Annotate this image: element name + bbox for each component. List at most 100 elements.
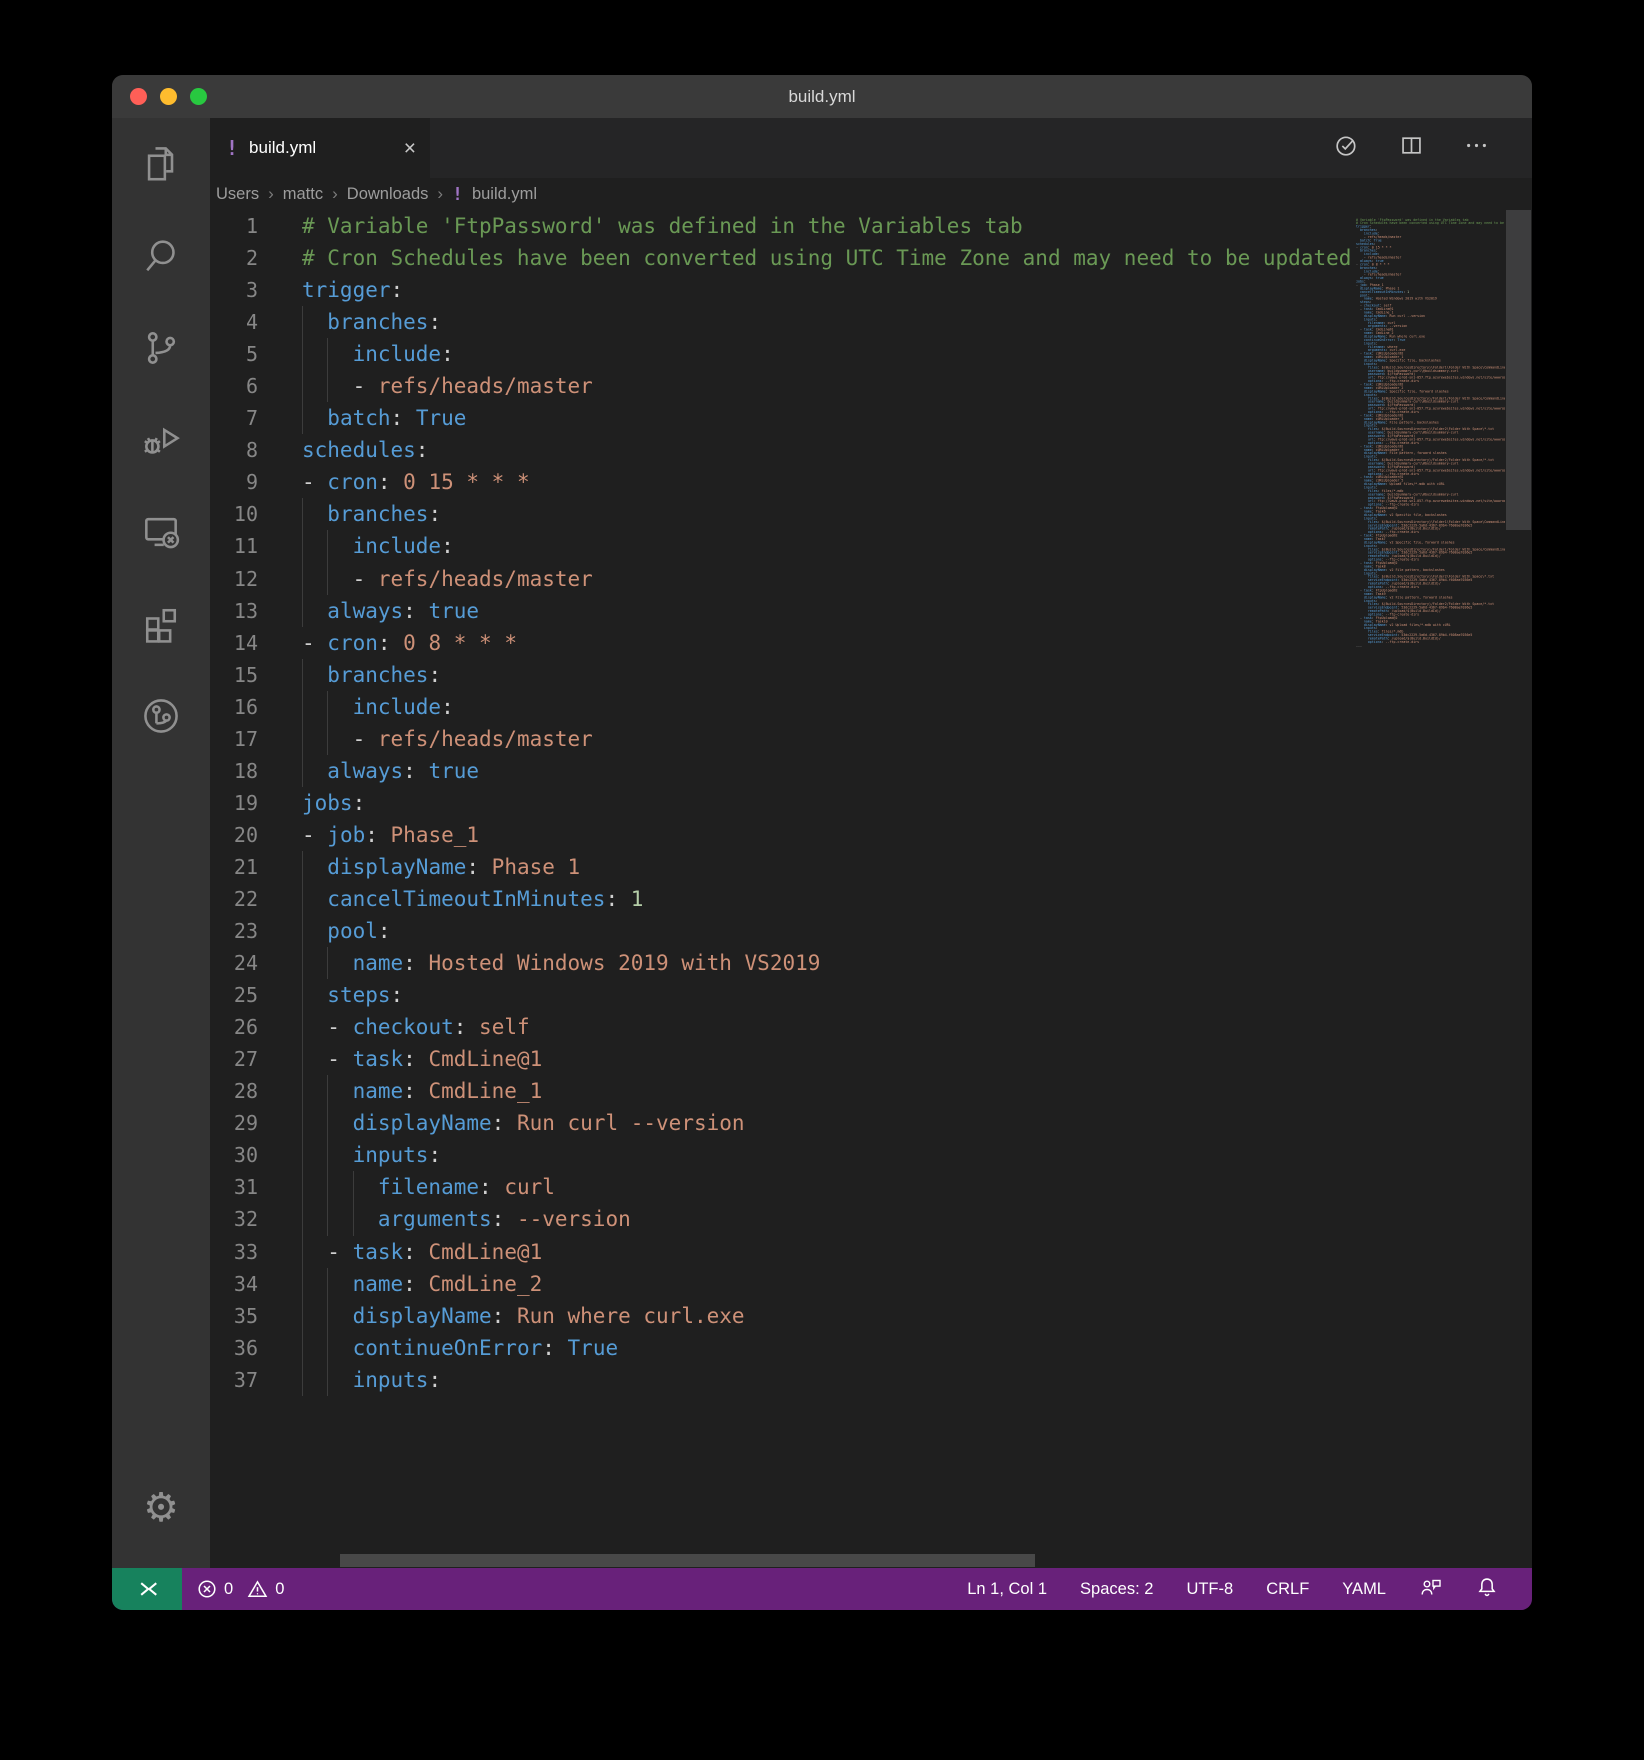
- line-number[interactable]: 17: [210, 727, 258, 751]
- status-language-mode[interactable]: YAML: [1342, 1580, 1386, 1599]
- close-tab-icon[interactable]: ×: [404, 138, 416, 159]
- problems-indicator[interactable]: 0 0: [182, 1579, 284, 1599]
- code-line[interactable]: 13 always: true: [210, 595, 1353, 627]
- code-line[interactable]: 1# Variable 'FtpPassword' was defined in…: [210, 210, 1353, 242]
- line-number[interactable]: 2: [210, 246, 258, 270]
- breadcrumb-file[interactable]: build.yml: [472, 185, 537, 204]
- status-eol[interactable]: CRLF: [1266, 1580, 1309, 1599]
- line-number[interactable]: 11: [210, 534, 258, 558]
- code-line[interactable]: 33 - task: CmdLine@1: [210, 1236, 1353, 1268]
- line-number[interactable]: 29: [210, 1111, 258, 1135]
- breadcrumb-item[interactable]: mattc: [283, 185, 323, 204]
- line-number[interactable]: 6: [210, 374, 258, 398]
- line-number[interactable]: 25: [210, 983, 258, 1007]
- code-line[interactable]: 7 batch: True: [210, 402, 1353, 434]
- line-number[interactable]: 7: [210, 406, 258, 430]
- close-window-button[interactable]: [130, 88, 147, 105]
- line-number[interactable]: 18: [210, 759, 258, 783]
- code-line[interactable]: 30 inputs:: [210, 1139, 1353, 1171]
- zoom-window-button[interactable]: [190, 88, 207, 105]
- code-line[interactable]: 2# Cron Schedules have been converted us…: [210, 242, 1353, 274]
- status-indentation[interactable]: Spaces: 2: [1080, 1580, 1153, 1599]
- code-line[interactable]: 37 inputs:: [210, 1364, 1353, 1396]
- line-number[interactable]: 37: [210, 1368, 258, 1392]
- minimize-window-button[interactable]: [160, 88, 177, 105]
- title-bar[interactable]: build.yml: [112, 75, 1532, 118]
- code-line[interactable]: 28 name: CmdLine_1: [210, 1075, 1353, 1107]
- code-line[interactable]: 8schedules:: [210, 434, 1353, 466]
- line-number[interactable]: 27: [210, 1047, 258, 1071]
- code-line[interactable]: 27 - task: CmdLine@1: [210, 1043, 1353, 1075]
- extensions-icon[interactable]: [112, 578, 210, 670]
- line-number[interactable]: 32: [210, 1207, 258, 1231]
- code-line[interactable]: 24 name: Hosted Windows 2019 with VS2019: [210, 947, 1353, 979]
- line-number[interactable]: 9: [210, 470, 258, 494]
- check-circle-icon[interactable]: [1333, 132, 1360, 164]
- breadcrumb-item[interactable]: Downloads: [347, 185, 429, 204]
- line-number[interactable]: 28: [210, 1079, 258, 1103]
- line-number[interactable]: 24: [210, 951, 258, 975]
- minimap[interactable]: # Variable 'FtpPassword' was defined in …: [1353, 210, 1505, 1568]
- code-line[interactable]: 4 branches:: [210, 306, 1353, 338]
- code-line[interactable]: 31 filename: curl: [210, 1171, 1353, 1203]
- vertical-scrollbar[interactable]: [1506, 210, 1531, 530]
- line-number[interactable]: 36: [210, 1336, 258, 1360]
- remote-indicator[interactable]: [112, 1568, 182, 1610]
- line-number[interactable]: 8: [210, 438, 258, 462]
- line-number[interactable]: 34: [210, 1272, 258, 1296]
- code-line[interactable]: 35 displayName: Run where curl.exe: [210, 1300, 1353, 1332]
- status-encoding[interactable]: UTF-8: [1186, 1580, 1233, 1599]
- explorer-icon[interactable]: [112, 118, 210, 210]
- code-line[interactable]: 19jobs:: [210, 787, 1353, 819]
- line-number[interactable]: 1: [210, 214, 258, 238]
- line-number[interactable]: 15: [210, 663, 258, 687]
- line-number[interactable]: 14: [210, 631, 258, 655]
- remote-explorer-icon[interactable]: [112, 486, 210, 578]
- code-line[interactable]: 15 branches:: [210, 659, 1353, 691]
- git-graph-icon[interactable]: [112, 670, 210, 762]
- editor[interactable]: 1 # Variable 'FtpPassword' was defined in…: [210, 210, 1532, 1568]
- line-number[interactable]: 19: [210, 791, 258, 815]
- line-number[interactable]: 10: [210, 502, 258, 526]
- line-number[interactable]: 31: [210, 1175, 258, 1199]
- code-line[interactable]: 21 displayName: Phase 1: [210, 851, 1353, 883]
- horizontal-scrollbar[interactable]: [340, 1554, 1035, 1567]
- code-line[interactable]: 5 include:: [210, 338, 1353, 370]
- code-line[interactable]: 11 include:: [210, 530, 1353, 562]
- line-number[interactable]: 3: [210, 278, 258, 302]
- code-line[interactable]: 20- job: Phase_1: [210, 819, 1353, 851]
- code-line[interactable]: 29 displayName: Run curl --version: [210, 1107, 1353, 1139]
- code-line[interactable]: 12 - refs/heads/master: [210, 563, 1353, 595]
- code-line[interactable]: 34 name: CmdLine_2: [210, 1268, 1353, 1300]
- line-number[interactable]: 30: [210, 1143, 258, 1167]
- line-number[interactable]: 23: [210, 919, 258, 943]
- code-line[interactable]: 23 pool:: [210, 915, 1353, 947]
- split-editor-icon[interactable]: [1398, 132, 1425, 164]
- line-number[interactable]: 35: [210, 1304, 258, 1328]
- code-line[interactable]: 36 continueOnError: True: [210, 1332, 1353, 1364]
- code-area[interactable]: 1# Variable 'FtpPassword' was defined in…: [210, 210, 1353, 1568]
- more-actions-icon[interactable]: [1463, 132, 1490, 164]
- line-number[interactable]: 26: [210, 1015, 258, 1039]
- settings-gear-icon[interactable]: ⚙: [112, 1462, 210, 1554]
- run-and-debug-icon[interactable]: [112, 394, 210, 486]
- code-line[interactable]: 6 - refs/heads/master: [210, 370, 1353, 402]
- search-icon[interactable]: [112, 210, 210, 302]
- line-number[interactable]: 5: [210, 342, 258, 366]
- breadcrumb-item[interactable]: Users: [216, 185, 259, 204]
- code-line[interactable]: 22 cancelTimeoutInMinutes: 1: [210, 883, 1353, 915]
- code-line[interactable]: 3trigger:: [210, 274, 1353, 306]
- code-line[interactable]: 25 steps:: [210, 979, 1353, 1011]
- code-line[interactable]: 10 branches:: [210, 498, 1353, 530]
- status-cursor-position[interactable]: Ln 1, Col 1: [967, 1580, 1047, 1599]
- code-line[interactable]: 14- cron: 0 8 * * *: [210, 627, 1353, 659]
- code-line[interactable]: 16 include:: [210, 691, 1353, 723]
- tab-build-yml[interactable]: ! build.yml ×: [210, 118, 430, 178]
- line-number[interactable]: 16: [210, 695, 258, 719]
- line-number[interactable]: 21: [210, 855, 258, 879]
- line-number[interactable]: 33: [210, 1240, 258, 1264]
- code-line[interactable]: 26 - checkout: self: [210, 1011, 1353, 1043]
- line-number[interactable]: 13: [210, 599, 258, 623]
- line-number[interactable]: 4: [210, 310, 258, 334]
- line-number[interactable]: 22: [210, 887, 258, 911]
